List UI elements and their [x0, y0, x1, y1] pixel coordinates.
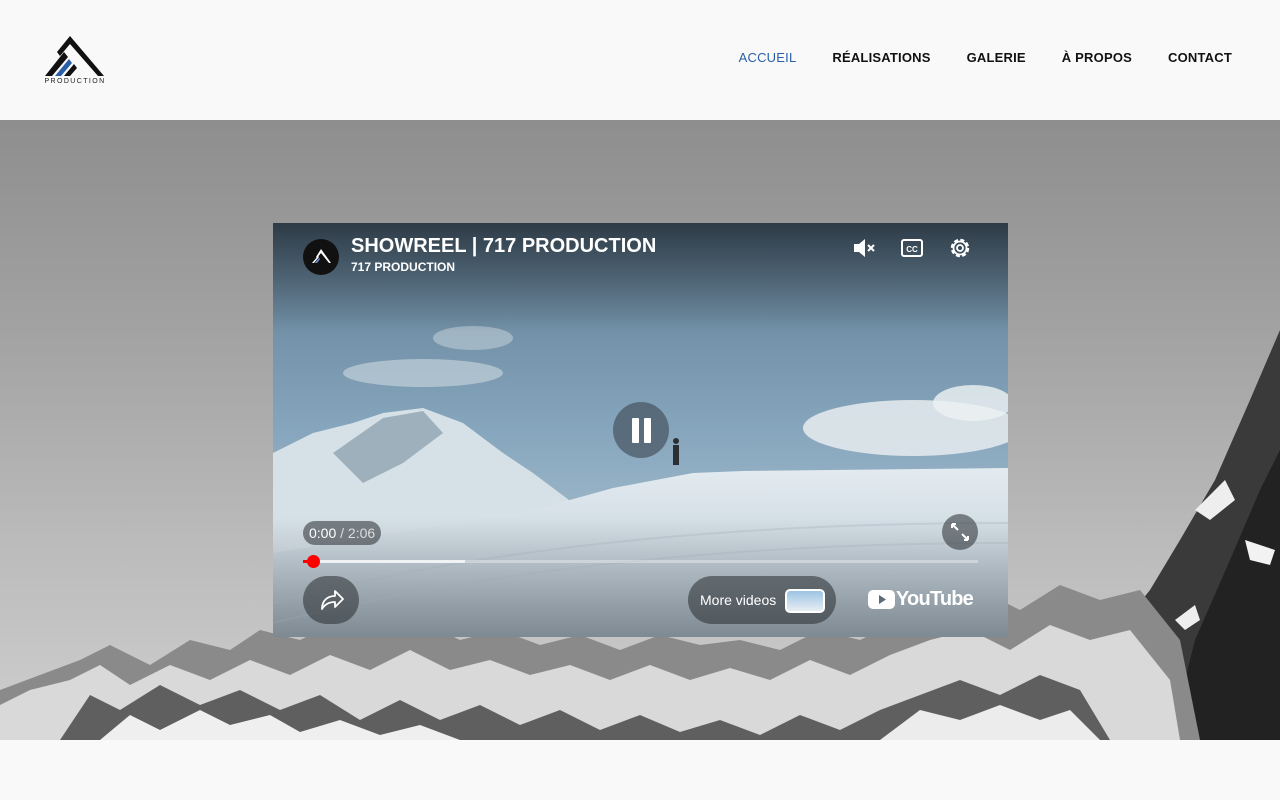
video-title[interactable]: SHOWREEL | 717 PRODUCTION [351, 235, 656, 258]
more-videos-thumbnail [785, 589, 825, 613]
nav-accueil[interactable]: ACCUEIL [739, 50, 797, 65]
time-display: 0:00 / 2:06 [303, 521, 382, 545]
svg-text:CC: CC [906, 245, 918, 254]
youtube-icon [868, 590, 895, 609]
mute-icon[interactable] [851, 235, 877, 261]
youtube-wordmark: YouTube [896, 588, 974, 610]
pause-button[interactable] [613, 402, 669, 458]
more-videos-label: More videos [700, 592, 777, 608]
captions-icon[interactable]: CC [899, 235, 925, 261]
nav-a-propos[interactable]: À PROPOS [1062, 50, 1132, 65]
time-separator: / [336, 525, 348, 541]
logo-text: PRODUCTION [44, 78, 106, 85]
site-header: PRODUCTION ACCUEIL RÉALISATIONS GALERIE … [0, 0, 1280, 120]
progress-bar[interactable] [303, 555, 978, 568]
bottom-shade [273, 517, 1008, 637]
youtube-logo[interactable]: YouTube [868, 588, 974, 611]
share-button[interactable] [303, 576, 359, 624]
share-icon [321, 590, 344, 610]
fullscreen-button[interactable] [942, 514, 978, 550]
site-logo[interactable]: PRODUCTION [42, 32, 108, 88]
channel-logo-icon [312, 249, 331, 263]
progress-buffered [303, 560, 465, 563]
fullscreen-icon [951, 523, 969, 541]
main-nav: ACCUEIL RÉALISATIONS GALERIE À PROPOS CO… [739, 50, 1232, 65]
channel-name[interactable]: 717 PRODUCTION [351, 260, 455, 274]
video-player[interactable]: SHOWREEL | 717 PRODUCTION 717 PRODUCTION… [273, 223, 1008, 637]
nav-contact[interactable]: CONTACT [1168, 50, 1232, 65]
pause-icon-bar-left [632, 418, 639, 443]
pause-icon-bar-right [644, 418, 651, 443]
progress-scrubber[interactable] [307, 555, 320, 568]
logo-mountain-icon [45, 36, 104, 76]
duration: 2:06 [347, 525, 376, 541]
more-videos-button[interactable]: More videos [688, 576, 836, 624]
nav-realisations[interactable]: RÉALISATIONS [832, 50, 930, 65]
channel-avatar[interactable] [303, 239, 339, 275]
settings-icon[interactable] [947, 235, 973, 261]
nav-galerie[interactable]: GALERIE [967, 50, 1026, 65]
page-bottom-band [0, 740, 1280, 800]
current-time: 0:00 [309, 525, 337, 541]
